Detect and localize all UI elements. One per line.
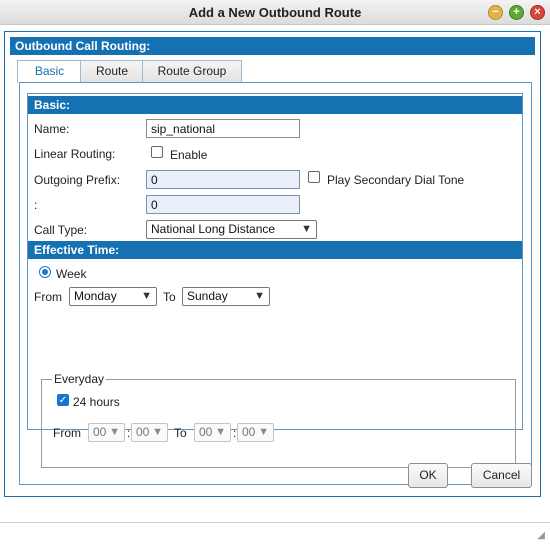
to-hour-select[interactable]: 00 ▼: [194, 423, 231, 442]
tab-route[interactable]: Route: [80, 60, 144, 82]
everyday-fieldset: Everyday ✓ 24 hours From 00 ▼ : 00 ▼ To …: [41, 372, 516, 468]
status-bar: ◢: [0, 522, 550, 544]
colon-label: :: [34, 198, 38, 212]
name-input[interactable]: [146, 119, 300, 138]
chevron-down-icon: ▼: [152, 426, 163, 438]
resize-grip-icon[interactable]: ◢: [537, 530, 545, 541]
to-minute-select[interactable]: 00 ▼: [237, 423, 274, 442]
chevron-down-icon: ▼: [109, 426, 120, 438]
call-type-select[interactable]: National Long Distance ▼: [146, 220, 317, 239]
tab-basic[interactable]: Basic: [17, 60, 82, 83]
from-day-select[interactable]: Monday ▼: [69, 287, 157, 306]
everyday-from-label: From: [53, 426, 81, 440]
linear-routing-label: Linear Routing:: [34, 147, 116, 161]
effective-time-header: Effective Time:: [28, 241, 522, 259]
tab-route-group[interactable]: Route Group: [142, 60, 242, 82]
from-minute-value: 00: [136, 425, 150, 439]
24-hours-label: 24 hours: [73, 395, 120, 409]
cancel-button[interactable]: Cancel: [471, 463, 532, 488]
maximize-icon[interactable]: +: [509, 5, 524, 20]
chevron-down-icon: ▼: [301, 223, 312, 235]
check-icon: ✓: [58, 395, 68, 406]
to-day-select[interactable]: Sunday ▼: [182, 287, 270, 306]
to-day-value: Sunday: [187, 289, 228, 303]
everyday-legend: Everyday: [52, 372, 107, 386]
from-hour-select[interactable]: 00 ▼: [88, 423, 125, 442]
linear-enable-label: Enable: [170, 148, 208, 162]
call-type-label: Call Type:: [34, 223, 88, 237]
basic-settings-box: Basic: Name: Linear Routing: Enable Outg…: [27, 93, 523, 468]
basic-section-header: Basic:: [28, 96, 522, 114]
outgoing-prefix-input[interactable]: [146, 170, 300, 189]
chevron-down-icon: ▼: [254, 290, 265, 302]
from-time-separator: :: [127, 426, 131, 440]
secondary-prefix-input[interactable]: [146, 195, 300, 214]
to-minute-value: 00: [242, 425, 256, 439]
minimize-icon[interactable]: −: [488, 5, 503, 20]
call-type-value: National Long Distance: [151, 222, 276, 236]
play-secondary-checkbox[interactable]: [308, 171, 320, 183]
name-label: Name:: [34, 122, 70, 136]
from-day-label: From: [34, 290, 62, 304]
to-hour-value: 00: [199, 425, 213, 439]
to-time-separator: :: [233, 426, 237, 440]
outgoing-prefix-label: Outgoing Prefix:: [34, 173, 121, 187]
everyday-to-label: To: [174, 426, 187, 440]
week-radio[interactable]: [39, 266, 51, 278]
24-hours-checkbox[interactable]: ✓: [57, 394, 69, 406]
close-icon[interactable]: ×: [530, 5, 545, 20]
panel-title: Outbound Call Routing:: [10, 37, 535, 55]
ok-button[interactable]: OK: [408, 463, 448, 488]
outbound-routing-panel: Outbound Call Routing: Basic Route Route…: [4, 31, 541, 497]
window-titlebar: Add a New Outbound Route − + ×: [0, 0, 550, 25]
tab-content: Basic: Name: Linear Routing: Enable Outg…: [19, 82, 532, 485]
from-hour-value: 00: [93, 425, 107, 439]
window-title: Add a New Outbound Route: [188, 5, 362, 20]
linear-routing-checkbox[interactable]: [151, 146, 163, 158]
chevron-down-icon: ▼: [215, 426, 226, 438]
chevron-down-icon: ▼: [141, 290, 152, 302]
to-day-label: To: [163, 290, 176, 304]
week-label: Week: [56, 267, 87, 281]
chevron-down-icon: ▼: [258, 426, 269, 438]
play-secondary-label: Play Secondary Dial Tone: [327, 173, 465, 187]
from-minute-select[interactable]: 00 ▼: [131, 423, 168, 442]
from-day-value: Monday: [74, 289, 117, 303]
